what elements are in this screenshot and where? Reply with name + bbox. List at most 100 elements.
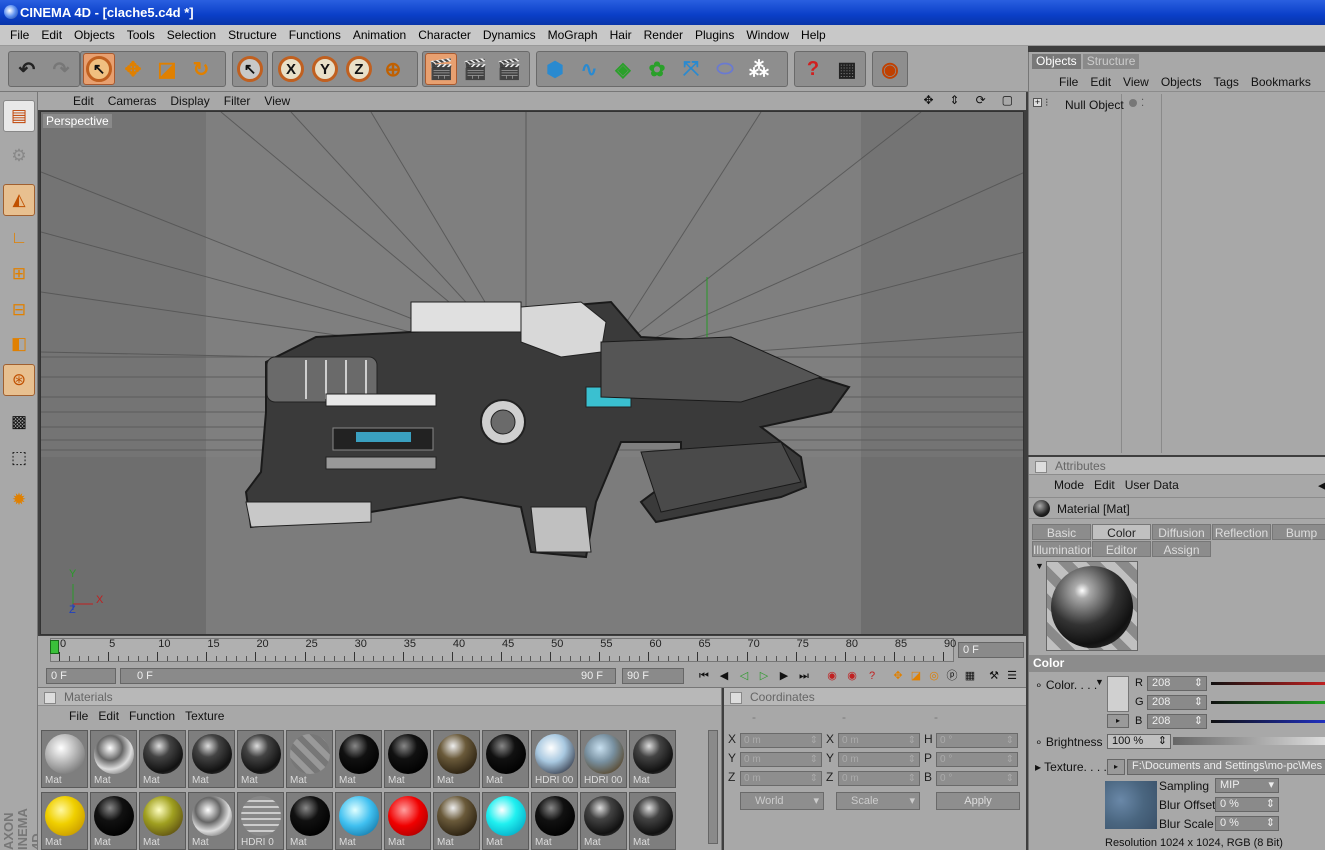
coordinate-system-button[interactable]: ⊕: [377, 53, 409, 85]
tab-basic[interactable]: Basic: [1032, 524, 1091, 540]
edge-mode-button[interactable]: ⊟: [3, 294, 35, 326]
key-pla-button[interactable]: ▦: [962, 668, 978, 684]
record-button[interactable]: ◉: [824, 668, 840, 684]
coord-value-field[interactable]: 0 m ⇕: [740, 752, 822, 767]
material-swatch[interactable]: Mat: [139, 792, 186, 850]
menu-selection[interactable]: Selection: [161, 28, 222, 42]
object-axis-button[interactable]: ∟: [3, 222, 35, 254]
viewport-menu-cameras[interactable]: Cameras: [101, 94, 164, 108]
material-swatch[interactable]: Mat: [384, 730, 431, 788]
blur-offset-field[interactable]: 0 % ⇕: [1215, 797, 1279, 812]
menu-file[interactable]: File: [4, 28, 35, 42]
viewport-layout-button[interactable]: ▤: [3, 100, 35, 132]
deformer-button[interactable]: ⤧: [675, 53, 707, 85]
material-swatch[interactable]: Mat: [41, 730, 88, 788]
attribute-menu-edit[interactable]: Edit: [1089, 478, 1120, 492]
material-swatch[interactable]: Mat: [482, 730, 529, 788]
expand-icon[interactable]: +: [1033, 98, 1042, 107]
menu-functions[interactable]: Functions: [283, 28, 347, 42]
menu-help[interactable]: Help: [795, 28, 832, 42]
make-editable-button[interactable]: ⚙: [3, 140, 35, 172]
render-settings-button[interactable]: 🎬: [493, 53, 525, 85]
material-swatch[interactable]: Mat: [433, 730, 480, 788]
brightness-field[interactable]: 100 % ⇕: [1107, 734, 1171, 749]
timeline-ruler[interactable]: 0 F 0 5 10 15 20 25 30 35 40 45 50 55 60 65 70 75 80 85 90: [38, 636, 1026, 664]
next-frame-button[interactable]: ▶: [776, 668, 792, 684]
material-swatch[interactable]: Mat: [335, 730, 382, 788]
material-swatch[interactable]: Mat: [41, 792, 88, 850]
red-slider[interactable]: [1211, 682, 1325, 685]
triangle-right-icon[interactable]: ▸: [1035, 760, 1041, 774]
tab-editor[interactable]: Editor: [1092, 541, 1151, 557]
key-rotation-button[interactable]: ◎: [926, 668, 942, 684]
stepper-icon[interactable]: ⇕: [810, 753, 818, 766]
maximize-icon[interactable]: ▢: [995, 93, 1022, 107]
material-swatch[interactable]: Mat: [482, 792, 529, 850]
material-swatch[interactable]: HDRI 00: [531, 730, 578, 788]
z-axis-lock-button[interactable]: Z: [343, 53, 375, 85]
blue-value-field[interactable]: 208 ⇕: [1147, 714, 1207, 729]
materials-menu-file[interactable]: File: [64, 709, 93, 723]
sampling-select[interactable]: MIP ▾: [1215, 778, 1279, 793]
x-axis-lock-button[interactable]: X: [275, 53, 307, 85]
color-swatch[interactable]: [1107, 676, 1129, 712]
coord-value-field[interactable]: 0 m ⇕: [838, 733, 920, 748]
red-value-field[interactable]: 208 ⇕: [1147, 676, 1207, 691]
stepper-icon[interactable]: ⇕: [1158, 735, 1167, 748]
menu-window[interactable]: Window: [740, 28, 795, 42]
polygon-mode-button[interactable]: ◧: [3, 328, 35, 360]
point-mode-button[interactable]: ⊞: [3, 258, 35, 290]
tab-objects[interactable]: Objects: [1032, 54, 1081, 69]
apply-button[interactable]: Apply: [936, 792, 1020, 810]
help-button[interactable]: ?: [797, 53, 829, 85]
visibility-render-dot[interactable]: ⁚: [1141, 98, 1144, 109]
blur-scale-field[interactable]: 0 % ⇕: [1215, 816, 1279, 831]
redo-button[interactable]: ↷: [45, 53, 77, 85]
key-parameter-button[interactable]: ⓟ: [944, 668, 960, 684]
material-swatch[interactable]: Mat: [433, 792, 480, 850]
menu-structure[interactable]: Structure: [222, 28, 283, 42]
object-menu-bookmarks[interactable]: Bookmarks: [1245, 75, 1317, 89]
menu-hair[interactable]: Hair: [604, 28, 638, 42]
stepper-icon[interactable]: ⇕: [1266, 817, 1275, 830]
material-swatch[interactable]: Mat: [188, 730, 235, 788]
stepper-icon[interactable]: ⇕: [908, 734, 916, 747]
arrow-left-icon[interactable]: ◀: [1318, 479, 1325, 492]
particles-button[interactable]: ⁂: [743, 53, 775, 85]
spline-button[interactable]: ∿: [573, 53, 605, 85]
layout-button[interactable]: ▦: [831, 53, 863, 85]
stepper-icon[interactable]: ⇕: [810, 734, 818, 747]
texture-thumbnail[interactable]: [1105, 781, 1157, 829]
scale-tool-button[interactable]: ◪: [151, 53, 183, 85]
viewport-menu-view[interactable]: View: [257, 94, 297, 108]
pan-icon[interactable]: ✥: [916, 93, 942, 107]
materials-menu-edit[interactable]: Edit: [93, 709, 124, 723]
triangle-down-icon[interactable]: ▼: [1095, 677, 1104, 687]
tab-illumination[interactable]: Illumination: [1032, 541, 1094, 557]
key-position-button[interactable]: ✥: [890, 668, 906, 684]
menu-mograph[interactable]: MoGraph: [542, 28, 604, 42]
live-selection-button[interactable]: ↖: [83, 53, 115, 85]
end-frame-field[interactable]: 90 F: [622, 668, 684, 684]
object-menu-edit[interactable]: Edit: [1084, 75, 1117, 89]
menu-character[interactable]: Character: [412, 28, 477, 42]
materials-scrollbar[interactable]: [708, 730, 718, 844]
render-view-button[interactable]: 🎬: [425, 53, 457, 85]
scene-button[interactable]: ⬭: [709, 53, 741, 85]
start-frame-field[interactable]: 0 F: [46, 668, 116, 684]
coord-value-field[interactable]: 0 m ⇕: [740, 733, 822, 748]
model-mode-button[interactable]: ◭: [3, 184, 35, 216]
rotate-tool-button[interactable]: ↻: [185, 53, 217, 85]
move-tool-button[interactable]: ✥: [117, 53, 149, 85]
paint-mode-button[interactable]: ✹: [3, 484, 35, 516]
material-swatch[interactable]: Mat: [90, 730, 137, 788]
material-preview[interactable]: [1046, 561, 1138, 651]
stepper-icon[interactable]: ⇕: [1006, 772, 1014, 785]
viewport-menu-display[interactable]: Display: [163, 94, 216, 108]
materials-menu-texture[interactable]: Texture: [180, 709, 229, 723]
material-swatch[interactable]: Mat: [188, 792, 235, 850]
material-swatch[interactable]: Mat: [629, 730, 676, 788]
render-picture-viewer-button[interactable]: 🎬: [459, 53, 491, 85]
material-swatch[interactable]: Mat: [580, 792, 627, 850]
brightness-slider[interactable]: [1173, 737, 1325, 745]
